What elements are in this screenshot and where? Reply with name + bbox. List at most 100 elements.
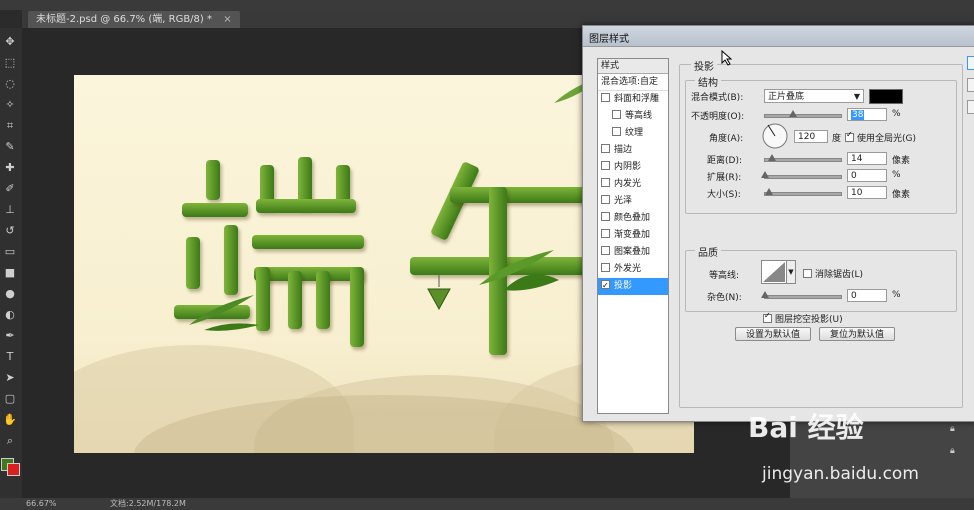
quality-title: 品质	[695, 244, 721, 259]
lock-icon[interactable]: 🔒︎	[950, 446, 955, 456]
zoom-icon[interactable]: ⌕	[2, 433, 18, 449]
style-checkbox[interactable]	[601, 161, 610, 170]
style-item[interactable]: 图案叠加	[598, 244, 668, 261]
noise-slider[interactable]	[761, 291, 842, 299]
styles-header[interactable]: 样式	[598, 59, 668, 74]
dodge-icon[interactable]: ◐	[2, 307, 18, 323]
global-light-label: 使用全局光(G)	[857, 134, 916, 144]
style-item[interactable]: 光泽	[598, 193, 668, 210]
lock-icon[interactable]: 🔒︎	[950, 424, 955, 434]
style-item[interactable]: 内发光	[598, 176, 668, 193]
size-value: 10	[851, 188, 863, 198]
knockout-checkbox[interactable]	[763, 311, 772, 323]
style-item[interactable]: 斜面和浮雕	[598, 91, 668, 108]
size-unit: 像素	[892, 190, 911, 200]
style-item[interactable]: 颜色叠加	[598, 210, 668, 227]
history-brush-icon[interactable]: ↺	[2, 223, 18, 239]
magic-wand-icon[interactable]: ✧	[2, 97, 18, 113]
crop-icon[interactable]: ⌗	[2, 118, 18, 134]
distance-input[interactable]: 14	[847, 152, 887, 165]
style-item[interactable]: 内阴影	[598, 159, 668, 176]
style-checkbox[interactable]	[601, 229, 610, 238]
watermark-url: jingyan.baidu.com	[762, 464, 919, 484]
background-color-swatch[interactable]	[7, 463, 20, 476]
ok-button[interactable]	[967, 56, 974, 70]
style-checkbox[interactable]	[601, 144, 610, 153]
bamboo-stroke	[206, 160, 220, 200]
shape-icon[interactable]: ▢	[2, 391, 18, 407]
style-item-label: 渐变叠加	[614, 230, 651, 240]
brush-icon[interactable]: ✐	[2, 181, 18, 197]
spread-slider-thumb[interactable]	[761, 171, 769, 178]
size-slider[interactable]	[764, 188, 842, 196]
antialias-checkbox[interactable]	[803, 269, 812, 278]
angle-dial[interactable]	[761, 122, 789, 150]
style-checkbox[interactable]	[612, 127, 621, 136]
blend-mode-select[interactable]: 正片叠底 ▼	[764, 89, 864, 103]
opacity-slider-thumb[interactable]	[789, 110, 797, 117]
distance-slider-thumb[interactable]	[768, 154, 776, 161]
blend-mode-value: 正片叠底	[768, 92, 805, 102]
type-icon[interactable]: T	[2, 349, 18, 365]
style-checkbox[interactable]	[601, 277, 610, 294]
blending-options-item[interactable]: 混合选项:自定	[598, 74, 668, 91]
document-tab-label: 未标题-2.psd @ 66.7% (端, RGB/8) *	[36, 14, 212, 25]
style-item[interactable]: 渐变叠加	[598, 227, 668, 244]
stamp-icon[interactable]: ⊥	[2, 202, 18, 218]
contour-picker[interactable]	[761, 260, 787, 284]
contour-label: 等高线:	[709, 271, 740, 281]
healing-icon[interactable]: ✚	[2, 160, 18, 176]
noise-slider-thumb[interactable]	[761, 291, 769, 298]
eyedropper-icon[interactable]: ✎	[2, 139, 18, 155]
eraser-icon[interactable]: ▭	[2, 244, 18, 260]
style-checkbox[interactable]	[601, 263, 610, 272]
spread-input[interactable]: 0	[847, 169, 887, 182]
noise-input[interactable]: 0	[847, 289, 887, 302]
document-tab[interactable]: 未标题-2.psd @ 66.7% (端, RGB/8) * ×	[28, 11, 240, 28]
style-item[interactable]: 等高线	[598, 108, 668, 125]
style-checkbox[interactable]	[601, 246, 610, 255]
style-checkbox[interactable]	[601, 212, 610, 221]
distance-slider[interactable]	[764, 154, 842, 162]
blur-icon[interactable]: ●	[2, 286, 18, 302]
opacity-slider[interactable]	[764, 110, 842, 118]
move-icon[interactable]: ✥	[2, 34, 18, 50]
zoom-level[interactable]: 66.67%	[26, 498, 57, 510]
opacity-input[interactable]: 38	[847, 108, 887, 121]
path-select-icon[interactable]: ➤	[2, 370, 18, 386]
style-item[interactable]: 投影	[598, 277, 668, 295]
lasso-icon[interactable]: ◌	[2, 76, 18, 92]
new-style-button[interactable]	[967, 100, 974, 114]
size-slider-thumb[interactable]	[765, 188, 773, 195]
bamboo-stroke	[316, 271, 330, 329]
style-item[interactable]: 外发光	[598, 261, 668, 278]
reset-default-button[interactable]: 复位为默认值	[819, 327, 895, 341]
size-input[interactable]: 10	[847, 186, 887, 199]
size-label: 大小(S):	[707, 190, 741, 200]
shadow-color-swatch[interactable]	[869, 89, 903, 104]
style-item[interactable]: 描边	[598, 142, 668, 159]
style-checkbox[interactable]	[601, 195, 610, 204]
style-checkbox[interactable]	[601, 178, 610, 187]
spread-slider[interactable]	[761, 171, 842, 179]
dialog-side-buttons	[967, 56, 974, 411]
spread-value: 0	[851, 171, 857, 181]
bamboo-stroke	[256, 199, 356, 213]
dialog-title-bar[interactable]: 图层样式	[583, 26, 974, 47]
hand-icon[interactable]: ✋	[2, 412, 18, 428]
contour-dropdown-button[interactable]: ▼	[786, 260, 796, 284]
angle-input[interactable]: 120	[794, 130, 828, 143]
gradient-icon[interactable]: ■	[2, 265, 18, 281]
style-item[interactable]: 纹理	[598, 125, 668, 142]
marquee-icon[interactable]: ⬚	[2, 55, 18, 71]
cancel-button[interactable]	[967, 78, 974, 92]
style-checkbox[interactable]	[612, 110, 621, 119]
close-icon[interactable]: ×	[223, 14, 231, 25]
set-default-button[interactable]: 设置为默认值	[735, 327, 811, 341]
drop-shadow-settings: 投影 结构 混合模式(B): 正片叠底 ▼ 不透明度(O): 38 % 角度(A…	[679, 56, 963, 408]
pen-icon[interactable]: ✒	[2, 328, 18, 344]
style-checkbox[interactable]	[601, 93, 610, 102]
bamboo-leaves	[189, 295, 259, 331]
bamboo-stroke	[252, 235, 364, 249]
global-light-checkbox[interactable]	[845, 130, 854, 142]
